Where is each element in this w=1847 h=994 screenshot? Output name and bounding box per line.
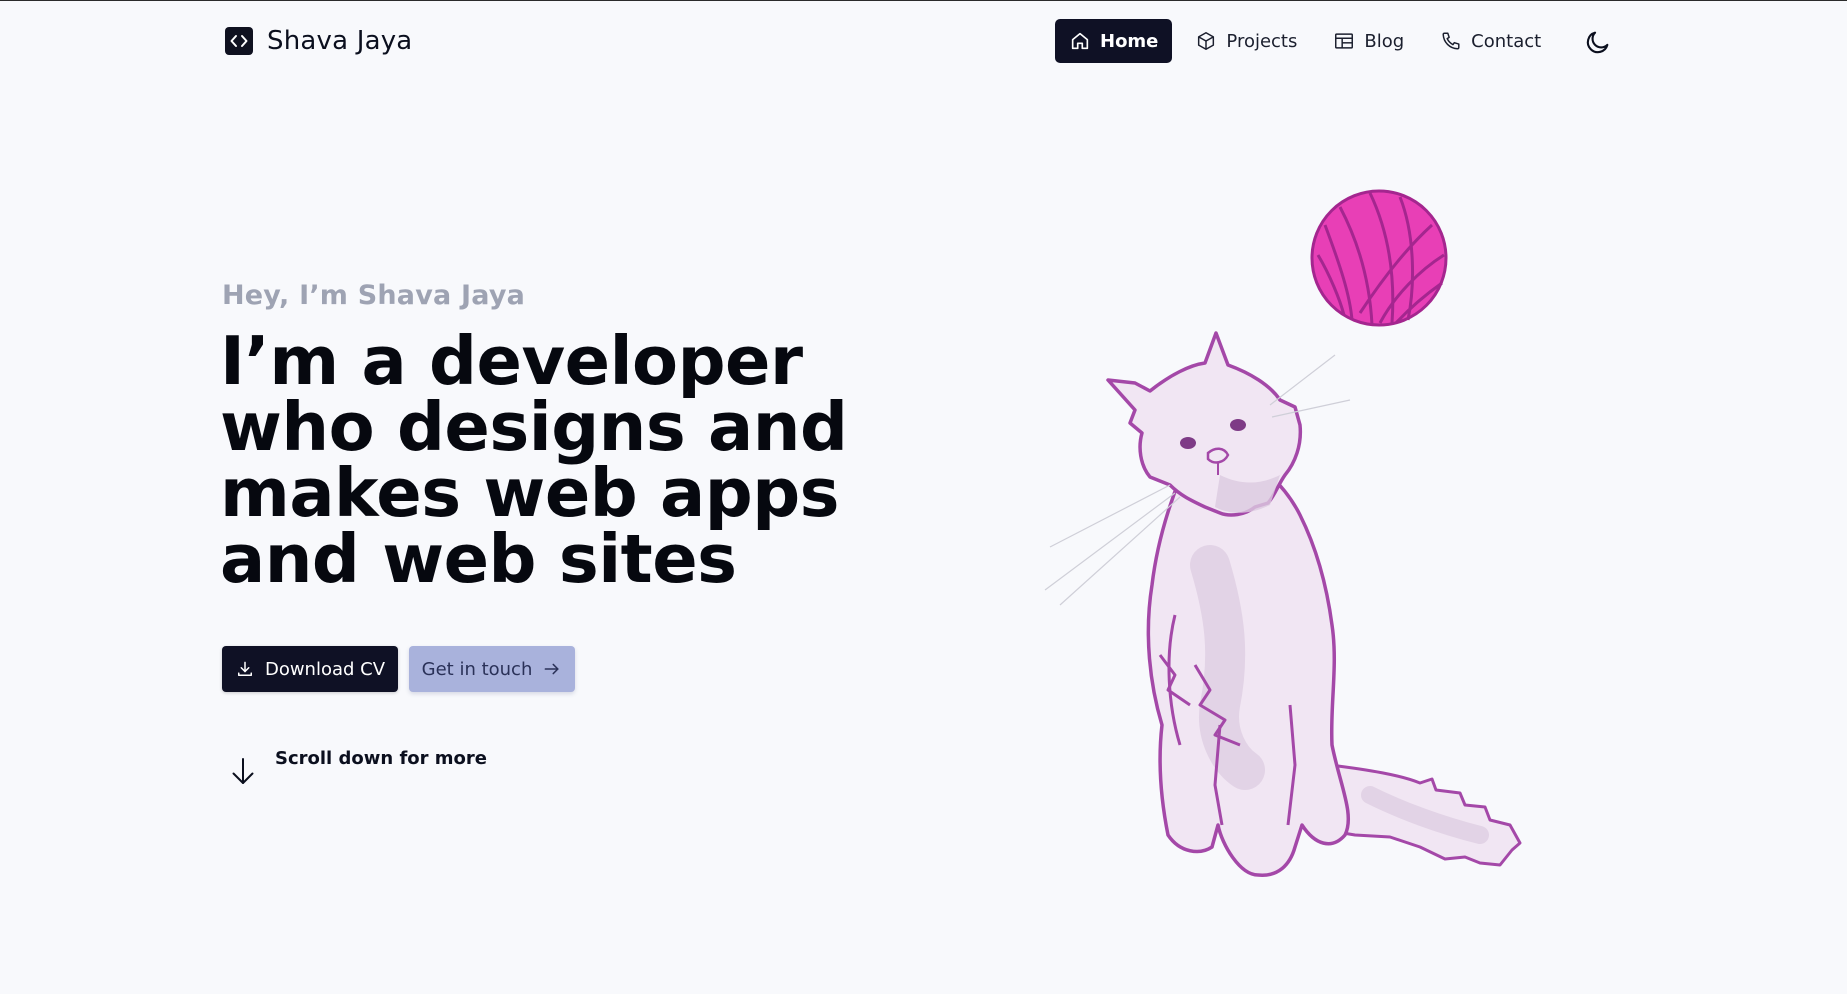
download-cv-button[interactable]: Download CV — [222, 646, 398, 692]
hero-greeting: Hey, I’m Shava Jaya — [222, 280, 526, 311]
cat-yarn-illustration — [1044, 189, 1522, 877]
get-in-touch-label: Get in touch — [421, 658, 533, 680]
arrow-right-icon — [544, 663, 559, 675]
nav-label-contact: Contact — [1471, 30, 1542, 52]
main-nav: Home Projects Blog Contact — [1055, 19, 1554, 63]
nav-label-blog: Blog — [1364, 30, 1405, 52]
yarn-ball-icon — [1310, 189, 1448, 327]
arrow-down-icon[interactable] — [228, 756, 258, 786]
brand-logo[interactable]: Shava Jaya — [225, 26, 412, 56]
moon-icon — [1586, 31, 1609, 54]
nav-item-blog[interactable]: Blog — [1320, 19, 1417, 63]
scroll-hint: Scroll down for more — [275, 748, 487, 769]
download-cv-label: Download CV — [264, 658, 386, 680]
nav-item-projects[interactable]: Projects — [1182, 19, 1310, 63]
top-border — [0, 0, 1847, 1]
cat-eye-right — [1230, 419, 1246, 431]
code-brackets-icon — [225, 27, 253, 55]
phone-icon — [1442, 32, 1460, 50]
nav-item-contact[interactable]: Contact — [1427, 19, 1554, 63]
download-icon — [237, 661, 252, 676]
theme-toggle-button[interactable] — [1584, 28, 1612, 56]
cube-icon — [1198, 32, 1215, 50]
brand-name: Shava Jaya — [267, 26, 413, 56]
nav-label-projects: Projects — [1226, 30, 1298, 52]
home-icon — [1071, 32, 1089, 50]
cat-eye-left — [1180, 437, 1196, 449]
layout-icon — [1335, 33, 1354, 49]
get-in-touch-button[interactable]: Get in touch — [409, 646, 575, 692]
nav-label-home: Home — [1100, 30, 1159, 52]
nav-item-home[interactable]: Home — [1055, 19, 1173, 63]
hero-headline: I’m a developer who designs and makes we… — [220, 322, 848, 598]
